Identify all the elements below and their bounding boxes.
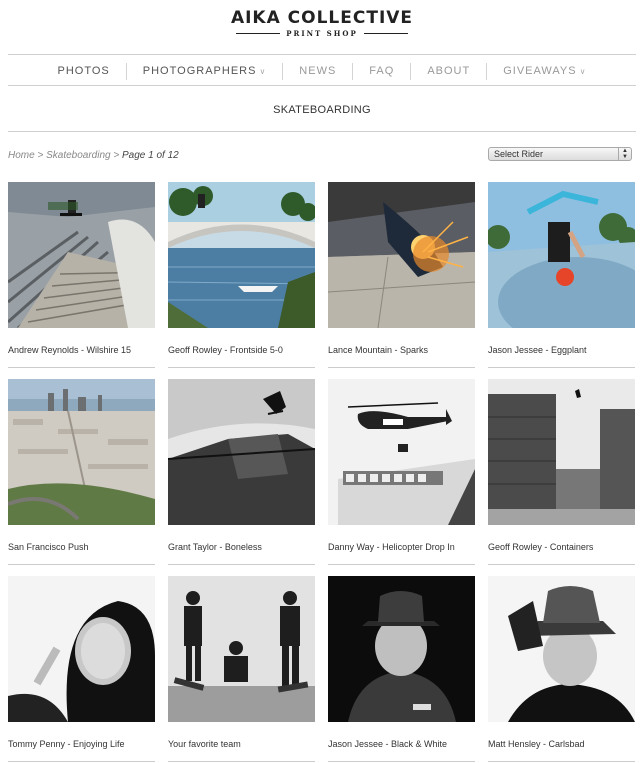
nav-label: NEWS [299,64,337,77]
nav-divider [8,85,636,86]
photo-caption[interactable]: Geoff Rowley - Frontside 5-0 [168,345,315,355]
portrait-photo-icon[interactable] [328,576,475,722]
brand-subtitle: PRINT SHOP [286,29,358,38]
photo-caption[interactable]: Danny Way - Helicopter Drop In [328,542,475,552]
stairs-photo-icon[interactable] [8,182,155,328]
nav-label: FAQ [369,64,395,77]
breadcrumb: Home > Skateboarding > Page 1 of 12 [8,150,179,161]
city-photo-icon[interactable] [8,379,155,525]
photo-caption[interactable]: Jason Jessee - Black & White [328,739,475,749]
caption-divider [488,564,635,565]
logo-rule-right [363,33,408,34]
photo-card[interactable]: Danny Way - Helicopter Drop In [328,379,475,565]
rider-select[interactable]: Select Rider ▲ ▼ [488,147,632,161]
photo-card[interactable]: Matt Hensley - Carlsbad [488,576,635,762]
photo-caption[interactable]: Geoff Rowley - Containers [488,542,635,552]
breadcrumb-home[interactable]: Home [8,150,35,161]
nav-item-faq[interactable]: FAQ [352,62,410,80]
page-title: SKATEBOARDING [273,104,371,116]
nav-item-giveaways[interactable]: GIVEAWAYS ∨ [486,62,602,80]
breadcrumb-category[interactable]: Skateboarding [46,150,111,161]
photo-caption[interactable]: Jason Jessee - Eggplant [488,345,635,355]
logo-rule-left [236,33,281,34]
photo-card[interactable]: Geoff Rowley - Containers [488,379,635,565]
breadcrumb-current: Page 1 of 12 [122,150,179,161]
photo-card[interactable]: Grant Taylor - Boneless [168,379,315,565]
caption-divider [8,564,155,565]
photo-card[interactable]: Andrew Reynolds - Wilshire 15 [8,182,155,368]
nav-item-news[interactable]: NEWS [282,62,352,80]
photo-caption[interactable]: Grant Taylor - Boneless [168,542,315,552]
brand-title: AIKA COLLECTIVE [230,8,414,28]
photo-card[interactable]: Your favorite team [168,576,315,762]
bridge-photo-icon[interactable] [168,182,315,328]
portrait-photo-icon[interactable] [8,576,155,722]
photo-caption[interactable]: Andrew Reynolds - Wilshire 15 [8,345,155,355]
breadcrumb-separator: > [110,150,122,161]
ramp-photo-icon[interactable] [168,379,315,525]
photo-card[interactable]: Jason Jessee - Eggplant [488,182,635,368]
nav-label: PHOTOS [57,64,110,77]
containers-photo-icon[interactable] [488,379,635,525]
rider-select-value: Select Rider [494,149,544,159]
nav-item-about[interactable]: ABOUT [410,62,486,80]
select-arrows-icon: ▲ ▼ [618,148,631,160]
photo-caption[interactable]: San Francisco Push [8,542,155,552]
team-photo-icon[interactable] [168,576,315,722]
photo-card[interactable]: Lance Mountain - Sparks [328,182,475,368]
photo-caption[interactable]: Lance Mountain - Sparks [328,345,475,355]
title-divider [8,131,636,132]
nav-item-photos[interactable]: PHOTOS [42,63,126,80]
photo-card[interactable]: Tommy Penny - Enjoying Life [8,576,155,762]
helicopter-photo-icon[interactable] [328,379,475,525]
portrait-photo-icon[interactable] [488,576,635,722]
nav-label: ABOUT [427,64,471,77]
caption-divider [328,761,475,762]
caption-divider [168,761,315,762]
photo-card[interactable]: Jason Jessee - Black & White [328,576,475,762]
caption-divider [328,564,475,565]
photo-card[interactable]: Geoff Rowley - Frontside 5-0 [168,182,315,368]
caption-divider [8,367,155,368]
main-nav: PHOTOS PHOTOGRAPHERS ∨ NEWS FAQ ABOUT GIV… [0,57,644,85]
nav-label: PHOTOGRAPHERS [142,64,257,77]
caption-divider [168,367,315,368]
chevron-down-icon: ∨ [579,66,587,76]
pool-photo-icon[interactable] [488,182,635,328]
photo-caption[interactable]: Matt Hensley - Carlsbad [488,739,635,749]
caption-divider [328,367,475,368]
chevron-down-icon: ∨ [259,66,267,76]
photo-card[interactable]: San Francisco Push [8,379,155,565]
nav-item-photographers[interactable]: PHOTOGRAPHERS ∨ [125,62,283,80]
caption-divider [488,367,635,368]
sparks-photo-icon[interactable] [328,182,475,328]
header-divider-top [8,54,636,55]
caption-divider [8,761,155,762]
nav-label: GIVEAWAYS [503,64,577,77]
photo-caption[interactable]: Tommy Penny - Enjoying Life [8,739,155,749]
caption-divider [488,761,635,762]
brand-subtitle-row: PRINT SHOP [0,29,644,38]
breadcrumb-separator: > [34,150,47,161]
photo-caption[interactable]: Your favorite team [168,739,315,749]
site-logo[interactable]: AIKA COLLECTIVE PRINT SHOP [0,8,644,38]
caption-divider [168,564,315,565]
